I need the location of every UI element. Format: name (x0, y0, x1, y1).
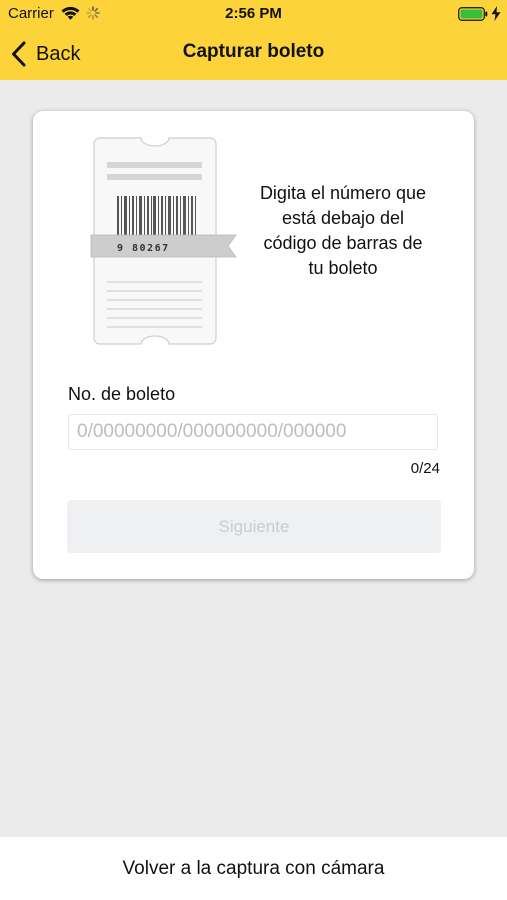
instructions-text: Digita el número que está debajo del cód… (259, 183, 427, 278)
top-bar: Carrier 2:56 PM Back Capturar boleto (0, 0, 507, 80)
ticket-number-input[interactable] (68, 414, 438, 450)
charging-bolt-icon (491, 6, 501, 21)
navigation-bar: Back Capturar boleto (0, 28, 507, 80)
ticket-entry-card: 9 80267 Digita el número que está debajo… (33, 111, 474, 579)
camera-capture-link[interactable]: Volver a la captura con cámara (0, 837, 507, 900)
camera-capture-label: Volver a la captura con cámara (122, 857, 385, 879)
illustration-number: 9 80267 (117, 243, 170, 254)
ticket-barcode-illustration: 9 80267 (90, 137, 237, 345)
char-counter: 0/24 (410, 460, 440, 477)
status-bar: Carrier 2:56 PM (0, 0, 507, 28)
battery-icon (458, 7, 488, 21)
status-time: 2:56 PM (225, 5, 282, 22)
page-title: Capturar boleto (182, 41, 325, 62)
ticket-number-label: No. de boleto (68, 384, 176, 404)
next-button[interactable]: Siguiente (67, 500, 441, 553)
